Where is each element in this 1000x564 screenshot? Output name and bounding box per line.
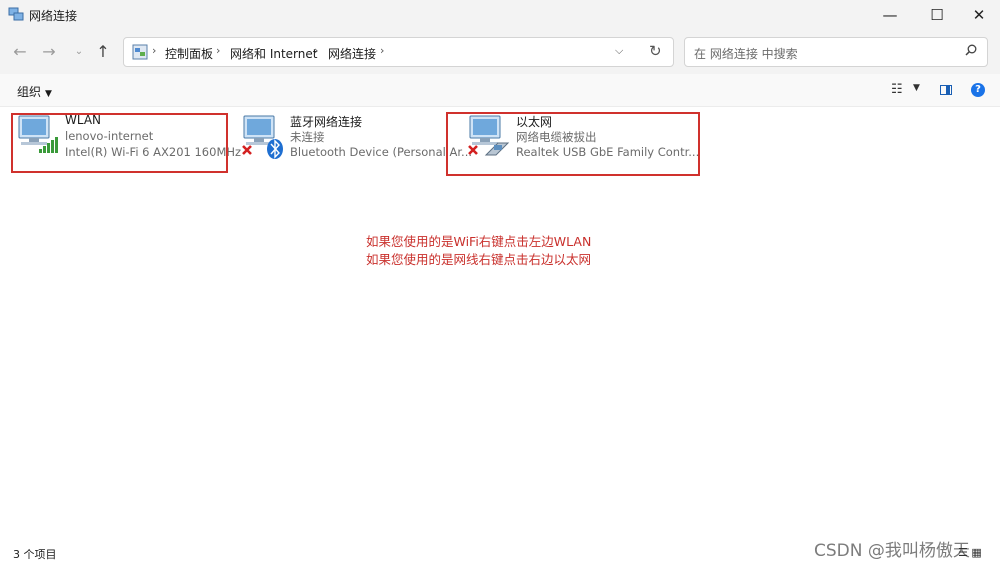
details-view-icon[interactable]: ☰ ▦ — [958, 546, 982, 559]
item-count: 3 个项目 — [13, 548, 57, 561]
breadcrumb-separator[interactable]: › — [216, 44, 220, 57]
search-placeholder: 在 网络连接 中搜索 — [694, 47, 798, 61]
annotation-line-2: 如果您使用的是网线右键点击右边以太网 — [366, 252, 592, 267]
refresh-icon[interactable]: ↻ — [649, 42, 662, 60]
organize-label: 组织 — [17, 85, 42, 99]
highlight-box-ethernet — [446, 112, 700, 176]
breadcrumb-network-connections[interactable]: 网络连接 — [328, 45, 376, 62]
breadcrumb-control-panel[interactable]: 控制面板 — [165, 45, 213, 62]
control-panel-icon — [132, 44, 148, 60]
maximize-button[interactable]: ☐ — [915, 0, 959, 30]
window-title: 网络连接 — [29, 9, 78, 23]
chevron-down-icon[interactable]: ⌵ — [615, 44, 623, 58]
breadcrumb-separator[interactable]: › — [314, 44, 318, 57]
up-button[interactable]: ↑ — [92, 40, 114, 62]
connection-device: Bluetooth Device (Personal Ar... — [290, 145, 473, 159]
organize-button[interactable]: 组织 ▼ — [17, 83, 52, 100]
preview-pane-icon[interactable] — [940, 85, 952, 95]
address-bar[interactable]: › 控制面板 › 网络和 Internet › 网络连接 › ⌵ ↻ — [123, 37, 674, 67]
caret-down-icon[interactable]: ▼ — [913, 83, 920, 93]
change-view-icon[interactable]: ☷ — [891, 82, 903, 97]
network-connections-icon — [8, 7, 24, 21]
forward-button[interactable]: → — [38, 40, 60, 62]
minimize-button[interactable]: — — [868, 0, 912, 30]
search-input[interactable]: 在 网络连接 中搜索 — [684, 37, 988, 67]
annotation-line-1: 如果您使用的是WiFi右键点击左边WLAN — [366, 234, 592, 249]
caret-down-icon: ▼ — [45, 89, 52, 99]
close-button[interactable]: ✕ — [957, 0, 1000, 30]
back-button[interactable]: ← — [9, 40, 31, 62]
recent-locations-button[interactable]: ⌄ — [68, 40, 90, 62]
connection-item-bluetooth[interactable]: 蓝牙网络连接 未连接 Bluetooth Device (Personal Ar… — [238, 113, 472, 161]
title-bar: 网络连接 — ☐ ✕ — [0, 0, 1000, 30]
watermark: CSDN @我叫杨傲天 — [814, 541, 970, 561]
bluetooth-adapter-icon — [242, 115, 283, 159]
command-bar: 组织 ▼ ☷ ▼ ? — [0, 74, 1000, 107]
highlight-box-wlan — [11, 113, 228, 173]
breadcrumb-separator[interactable]: › — [380, 44, 384, 57]
navigation-bar: ← → ⌄ ↑ › 控制面板 › 网络和 Internet › 网络连接 › ⌵… — [0, 30, 1000, 74]
breadcrumb-network-internet[interactable]: 网络和 Internet — [230, 45, 317, 62]
help-icon[interactable]: ? — [971, 83, 985, 97]
search-icon[interactable] — [965, 44, 977, 56]
connection-name: 蓝牙网络连接 — [290, 115, 363, 129]
breadcrumb-separator[interactable]: › — [152, 44, 156, 57]
connection-status: 未连接 — [290, 130, 325, 144]
